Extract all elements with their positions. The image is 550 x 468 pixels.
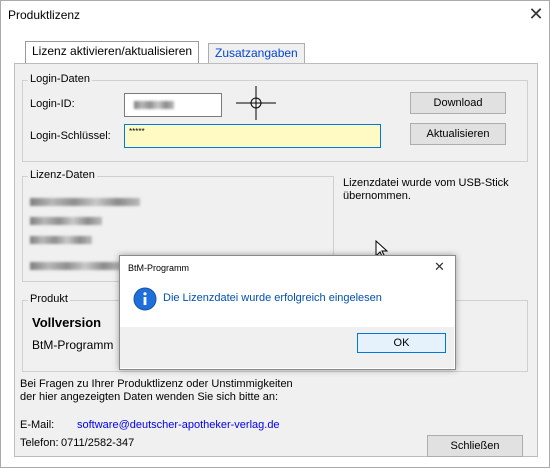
product-version: Vollversion — [32, 315, 102, 330]
tab-additional-info[interactable]: Zusatzangaben — [208, 43, 305, 63]
ok-button[interactable]: OK — [357, 333, 446, 353]
usb-message: Lizenzdatei wurde vom USB-Stick übernomm… — [343, 177, 509, 202]
phone-label: Telefon: — [20, 437, 59, 449]
dialog-close-icon[interactable]: ✕ — [434, 259, 445, 275]
login-key-input[interactable]: ***** — [124, 124, 381, 148]
dialog-message: Die Lizenzdatei wurde erfolgreich eingel… — [163, 292, 382, 304]
update-button[interactable]: Aktualisieren — [410, 123, 506, 145]
window-title: Produktlizenz — [8, 8, 81, 22]
title-bar — [1, 1, 549, 31]
close-button[interactable]: Schließen — [427, 435, 523, 457]
tab-license-activate[interactable]: Lizenz aktivieren/aktualisieren — [25, 41, 200, 63]
contact-line-2: der hier angezeigten Daten wenden Sie si… — [20, 391, 279, 403]
crosshair-cursor-icon — [236, 86, 276, 120]
login-id-label: Login-ID: — [30, 98, 75, 110]
dialog-title: BtM-Programm — [128, 263, 190, 273]
product-label: Produkt — [28, 293, 70, 305]
info-icon — [133, 287, 157, 311]
contact-line-1: Bei Fragen zu Ihrer Produktlizenz oder U… — [20, 378, 293, 390]
phone-number: 0711/2582-347 — [61, 437, 135, 449]
download-button[interactable]: Download — [410, 92, 506, 114]
license-data-label: Lizenz-Daten — [28, 169, 97, 181]
redacted-license-line-3 — [30, 236, 92, 244]
email-label: E-Mail: — [20, 419, 55, 431]
login-id-input[interactable] — [124, 93, 222, 117]
close-icon[interactable]: ✕ — [526, 4, 546, 25]
product-name: BtM-Programm — [32, 338, 114, 352]
redacted-license-line-1 — [30, 198, 140, 206]
login-data-label: Login-Daten — [28, 73, 92, 85]
login-key-label: Login-Schlüssel: — [30, 130, 111, 142]
email-link[interactable]: software@deutscher-apotheker-verlag.de — [77, 419, 280, 431]
login-key-value: ***** — [129, 127, 145, 136]
redacted-license-line-4 — [30, 262, 122, 270]
redacted-license-line-2 — [30, 217, 102, 225]
redacted-login-id — [134, 101, 174, 109]
